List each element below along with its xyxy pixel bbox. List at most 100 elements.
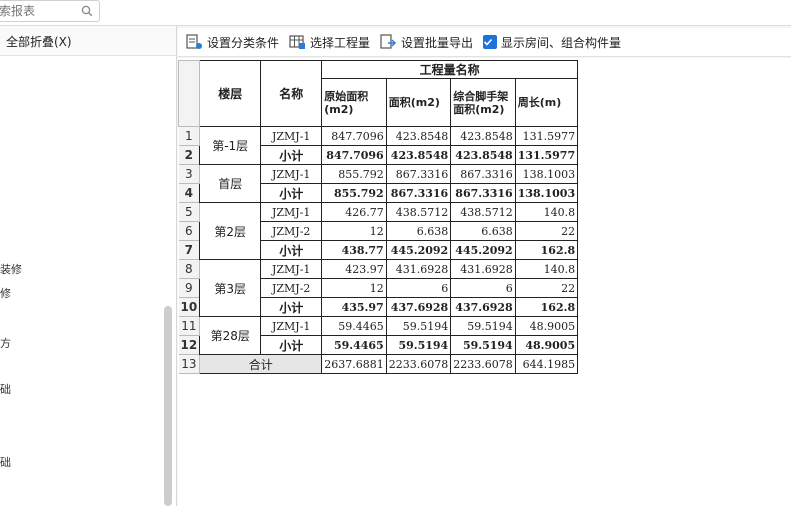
tree-scrollbar[interactable] (164, 306, 172, 506)
table-body: 1 第-1层 JZMJ-1 847.7096 423.8548 423.8548… (178, 126, 579, 374)
value-cell[interactable]: 437.6928 (450, 297, 516, 317)
name-cell[interactable]: JZMJ-1 (260, 126, 323, 146)
batch-export-button[interactable]: 设置批量导出 (380, 34, 473, 51)
value-cell[interactable]: 867.3316 (385, 183, 452, 203)
row-number: 7 (178, 240, 201, 260)
total-label-cell[interactable]: 合计 (199, 354, 323, 374)
table-row[interactable]: 11 第28层 JZMJ-1 59.4465 59.5194 59.5194 4… (178, 316, 579, 355)
report-search-box[interactable] (0, 0, 100, 22)
value-cell[interactable]: 445.2092 (450, 240, 516, 260)
value-cell[interactable]: 438.77 (321, 240, 387, 260)
group-header-quantity: 工程量名称 (321, 60, 579, 79)
total-value-cell[interactable]: 2233.6078 (450, 354, 516, 374)
value-cell[interactable]: 22 (514, 221, 579, 241)
name-cell[interactable]: 小计 (260, 297, 323, 317)
quantity-report-table: 楼层 名称 工程量名称 原始面积(m2) 面积(m2) 综合脚手架面积(m2) … (177, 60, 579, 374)
app-window: 全部折叠(X) 装修 修 方 础 础 设置分类条件 选择工程量 设置批量导出 显… (0, 0, 791, 506)
name-cell[interactable]: 小计 (260, 240, 323, 260)
value-cell[interactable]: 847.7096 (321, 126, 387, 146)
name-cell[interactable]: JZMJ-2 (260, 278, 323, 298)
name-cell[interactable]: JZMJ-1 (260, 202, 323, 222)
value-cell[interactable]: 423.8548 (385, 145, 452, 165)
total-row[interactable]: 13 合计 2637.6881 2233.6078 2233.6078 644.… (178, 354, 579, 374)
value-cell[interactable]: 48.9005 (514, 316, 579, 336)
value-cell[interactable]: 855.792 (321, 164, 387, 184)
value-cell[interactable]: 22 (514, 278, 579, 298)
value-cell[interactable]: 437.6928 (385, 297, 452, 317)
col-header-scaffold-area: 综合脚手架面积(m2) (450, 78, 516, 127)
table-row[interactable]: 1 第-1层 JZMJ-1 847.7096 423.8548 423.8548… (178, 126, 579, 165)
value-cell[interactable]: 423.8548 (450, 145, 516, 165)
value-cell[interactable]: 59.5194 (385, 316, 452, 336)
value-cell[interactable]: 48.9005 (514, 335, 579, 355)
search-icon[interactable] (81, 5, 93, 17)
table-row[interactable]: 8 第3层 JZMJ-1 423.97 431.6928 431.6928 14… (178, 259, 579, 317)
value-cell[interactable]: 6.638 (450, 221, 516, 241)
value-cell[interactable]: 867.3316 (450, 183, 516, 203)
value-cell[interactable]: 855.792 (321, 183, 387, 203)
set-category-button[interactable]: 设置分类条件 (186, 34, 279, 51)
value-cell[interactable]: 59.5194 (385, 335, 452, 355)
value-cell[interactable]: 138.1003 (514, 164, 579, 184)
floor-cell[interactable]: 第28层 (199, 316, 262, 355)
show-rooms-checkbox[interactable]: 显示房间、组合构件量 (483, 34, 621, 51)
value-cell[interactable]: 438.5712 (385, 202, 452, 222)
name-cell[interactable]: 小计 (260, 335, 323, 355)
value-cell[interactable]: 131.5977 (514, 126, 579, 146)
tree-item[interactable]: 修 (0, 285, 11, 301)
value-cell[interactable]: 438.5712 (450, 202, 516, 222)
value-cell[interactable]: 59.5194 (450, 335, 516, 355)
name-cell[interactable]: JZMJ-1 (260, 259, 323, 279)
report-tree-pane: 全部折叠(X) 装修 修 方 础 础 (0, 26, 177, 506)
value-cell[interactable]: 6 (385, 278, 452, 298)
select-quantity-button[interactable]: 选择工程量 (289, 34, 370, 51)
table-row[interactable]: 5 第2层 JZMJ-1 426.77 438.5712 438.5712 14… (178, 202, 579, 260)
total-value-cell[interactable]: 2637.6881 (321, 354, 387, 374)
value-cell[interactable]: 435.97 (321, 297, 387, 317)
value-cell[interactable]: 12 (321, 278, 387, 298)
tree-item[interactable]: 方 (0, 335, 11, 351)
value-cell[interactable]: 423.97 (321, 259, 387, 279)
value-cell[interactable]: 59.5194 (450, 316, 516, 336)
value-cell[interactable]: 847.7096 (321, 145, 387, 165)
value-cell[interactable]: 867.3316 (450, 164, 516, 184)
value-cell[interactable]: 6 (450, 278, 516, 298)
total-value-cell[interactable]: 644.1985 (514, 354, 579, 374)
value-cell[interactable]: 431.6928 (385, 259, 452, 279)
tree-item[interactable]: 础 (0, 381, 11, 397)
floor-cell[interactable]: 第3层 (199, 259, 262, 317)
value-cell[interactable]: 867.3316 (385, 164, 452, 184)
show-rooms-label: 显示房间、组合构件量 (501, 35, 622, 50)
value-cell[interactable]: 6.638 (385, 221, 452, 241)
value-cell[interactable]: 131.5977 (514, 145, 579, 165)
name-cell[interactable]: JZMJ-1 (260, 164, 323, 184)
floor-cell[interactable]: 第2层 (199, 202, 262, 260)
table-row[interactable]: 3 首层 JZMJ-1 855.792 867.3316 867.3316 13… (178, 164, 579, 203)
floor-cell[interactable]: 首层 (199, 164, 262, 203)
value-cell[interactable]: 423.8548 (450, 126, 516, 146)
value-cell[interactable]: 140.8 (514, 202, 579, 222)
value-cell[interactable]: 138.1003 (514, 183, 579, 203)
top-bar (0, 0, 791, 26)
value-cell[interactable]: 12 (321, 221, 387, 241)
value-cell[interactable]: 162.8 (514, 240, 579, 260)
name-cell[interactable]: 小计 (260, 183, 323, 203)
value-cell[interactable]: 423.8548 (385, 126, 452, 146)
total-value-cell[interactable]: 2233.6078 (385, 354, 452, 374)
tree-item[interactable]: 础 (0, 454, 11, 470)
name-cell[interactable]: 小计 (260, 145, 323, 165)
collapse-all-button[interactable]: 全部折叠(X) (0, 26, 176, 56)
report-search-input[interactable] (0, 3, 75, 19)
floor-cell[interactable]: 第-1层 (199, 126, 262, 165)
name-cell[interactable]: JZMJ-1 (260, 316, 323, 336)
value-cell[interactable]: 431.6928 (450, 259, 516, 279)
value-cell[interactable]: 426.77 (321, 202, 387, 222)
tree-item[interactable]: 装修 (0, 261, 22, 277)
value-cell[interactable]: 59.4465 (321, 316, 387, 336)
value-cell[interactable]: 140.8 (514, 259, 579, 279)
row-number: 13 (178, 354, 201, 374)
value-cell[interactable]: 59.4465 (321, 335, 387, 355)
value-cell[interactable]: 445.2092 (385, 240, 452, 260)
name-cell[interactable]: JZMJ-2 (260, 221, 323, 241)
value-cell[interactable]: 162.8 (514, 297, 579, 317)
